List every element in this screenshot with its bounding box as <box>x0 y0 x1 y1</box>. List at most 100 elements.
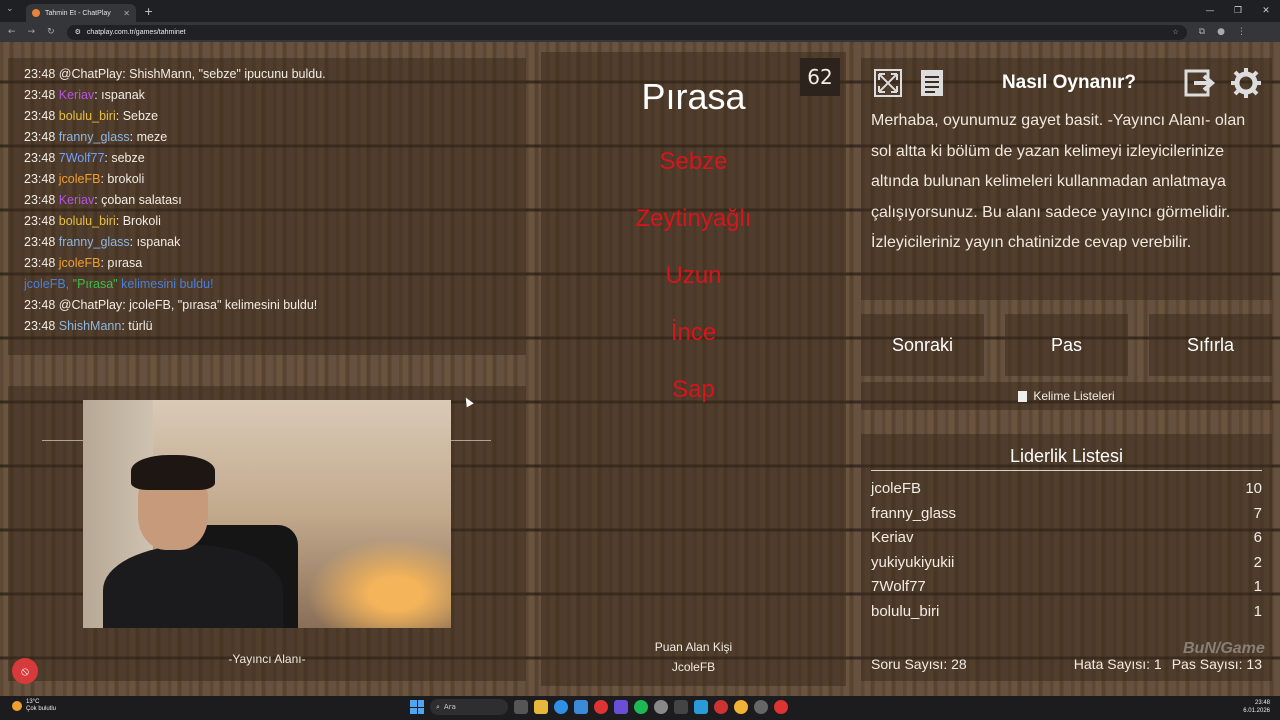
chrome-icon[interactable] <box>734 700 748 714</box>
url-text: chatplay.com.tr/games/tahminet <box>86 28 186 36</box>
chat-message: 23:48 jcoleFB: brokoli <box>24 169 526 190</box>
app-icon[interactable] <box>614 700 628 714</box>
chat-username[interactable]: @ChatPlay <box>59 298 122 312</box>
forward-icon[interactable]: → <box>28 27 36 37</box>
leaderboard-row: yukiyukiyukii 2 <box>871 554 1262 571</box>
chat-message: 23:48 ShishMann: türlü <box>24 316 526 337</box>
taboo-word: Sap <box>672 376 715 403</box>
chat-message: 23:48 jcoleFB: pırasa <box>24 253 526 274</box>
chat-text: : ShishMann, "sebze" ipucunu buldu. <box>122 67 326 81</box>
chat-username[interactable]: Keriav <box>59 193 94 207</box>
clock-time: 23:48 <box>1254 700 1270 706</box>
system-clock[interactable]: 23:48 6.01.2026 <box>1243 699 1270 715</box>
gear-icon[interactable] <box>1227 64 1265 102</box>
player-name: 7Wolf77 <box>871 578 926 595</box>
pass-button[interactable]: Pas <box>1005 314 1128 376</box>
taskbar-search[interactable]: ⌕ Ara <box>430 699 508 715</box>
minimize-icon[interactable]: — <box>1196 6 1224 16</box>
clock-date: 6.01.2026 <box>1243 708 1270 714</box>
weather-widget[interactable]: 13°C Çok bulutlu <box>12 699 56 713</box>
edge-icon[interactable] <box>554 700 568 714</box>
url-bar[interactable]: ⚙ chatplay.com.tr/games/tahminet ☆ <box>66 24 1187 40</box>
search-icon: ⌕ <box>436 702 440 711</box>
app-icon[interactable] <box>674 700 688 714</box>
app-icon[interactable] <box>774 700 788 714</box>
divider <box>871 470 1262 471</box>
chat-text: : sebze <box>104 151 145 165</box>
found-word: "Pırasa" <box>72 277 118 291</box>
maximize-icon[interactable]: ❐ <box>1224 6 1252 16</box>
question-count: Soru Sayısı: 28 <box>871 656 967 672</box>
pass-count: Pas Sayısı: 13 <box>1171 656 1262 672</box>
game-page: 23:48 @ChatPlay: ShishMann, "sebze" ipuc… <box>0 42 1280 696</box>
divider <box>451 440 491 441</box>
how-to-play-title: Nasıl Oynanır? <box>1001 72 1137 93</box>
chat-username[interactable]: ShishMann <box>59 319 122 333</box>
close-tab-icon[interactable]: ✕ <box>123 9 130 18</box>
tab-title: Tahmin Et - ChatPlay <box>45 9 111 17</box>
word-lists-button[interactable]: Kelime Listeleri <box>861 382 1272 410</box>
back-icon[interactable]: ← <box>8 27 16 37</box>
store-icon[interactable] <box>574 700 588 714</box>
windows-start-icon[interactable] <box>410 700 424 714</box>
tab-search-icon[interactable]: ⌄ <box>6 4 14 14</box>
chat-username[interactable]: franny_glass <box>59 130 130 144</box>
profile-icon[interactable]: ● <box>1217 27 1225 37</box>
extensions-icon[interactable]: ⧉ <box>1199 27 1205 37</box>
divider <box>42 440 84 441</box>
leaderboard-row: Keriav 6 <box>871 529 1262 546</box>
chat-username[interactable]: bolulu_biri <box>59 109 116 123</box>
scorer-name: JcoleFB <box>671 660 716 674</box>
chat-text: : ıspanak <box>94 88 145 102</box>
chat-message: 23:48 @ChatPlay: ShishMann, "sebze" ipuc… <box>24 64 526 85</box>
file-explorer-icon[interactable] <box>534 700 548 714</box>
leaderboard-title: Liderlik Listesi <box>1009 446 1124 466</box>
record-icon[interactable]: ⦸ <box>12 658 38 684</box>
system-message: jcoleFB, "Pırasa" kelimesini buldu! <box>24 274 526 295</box>
fullscreen-icon[interactable] <box>869 64 907 102</box>
browser-tab[interactable]: Tahmin Et - ChatPlay ✕ <box>26 4 136 22</box>
chat-username[interactable]: 7Wolf77 <box>59 151 105 165</box>
notebook-icon <box>1018 390 1028 402</box>
player-score: 2 <box>1253 553 1262 571</box>
target-word: Pırasa <box>641 76 746 117</box>
app-icon[interactable] <box>714 700 728 714</box>
reset-button[interactable]: Sıfırla <box>1149 314 1272 376</box>
site-info-icon[interactable]: ⚙ <box>75 28 81 36</box>
webcam-feed <box>83 400 451 628</box>
word-panel: 62 Pırasa Sebze Zeytinyağlı Uzun İnce Sa… <box>541 52 846 686</box>
new-tab-icon[interactable]: + <box>144 5 153 18</box>
spotify-icon[interactable] <box>634 700 648 714</box>
weather-desc: Çok bulutlu <box>26 706 57 712</box>
app-icon[interactable] <box>754 700 768 714</box>
next-button[interactable]: Sonraki <box>861 314 984 376</box>
error-count: Hata Sayısı: 1 <box>1073 656 1162 672</box>
chat-username[interactable]: jcoleFB <box>59 256 101 270</box>
app-icon[interactable] <box>654 700 668 714</box>
chat-username[interactable]: jcoleFB <box>59 172 101 186</box>
leaderboard-row: 7Wolf77 1 <box>871 578 1262 595</box>
taskbar-apps: ⌕ Ara <box>410 699 788 715</box>
chat-username[interactable]: franny_glass <box>59 235 130 249</box>
app-icon[interactable] <box>694 700 708 714</box>
chat-time: 23:48 <box>24 172 56 186</box>
task-view-icon[interactable] <box>514 700 528 714</box>
taboo-word: Zeytinyağlı <box>635 205 752 232</box>
player-name: jcoleFB <box>871 480 922 497</box>
chat-username[interactable]: @ChatPlay <box>59 67 122 81</box>
reload-icon[interactable]: ↻ <box>47 27 55 37</box>
document-icon[interactable] <box>913 64 951 102</box>
chat-message: 23:48 Keriav: çoban salatası <box>24 190 526 211</box>
close-window-icon[interactable]: ✕ <box>1252 6 1280 16</box>
menu-icon[interactable]: ⋮ <box>1237 27 1246 37</box>
chat-time: 23:48 <box>24 88 56 102</box>
chat-time: 23:48 <box>24 235 56 249</box>
bookmark-star-icon[interactable]: ☆ <box>1172 28 1178 36</box>
chat-username[interactable]: bolulu_biri <box>59 214 116 228</box>
exit-icon[interactable] <box>1181 64 1219 102</box>
chat-username[interactable]: Keriav <box>59 88 94 102</box>
chat-time: 23:48 <box>24 67 56 81</box>
chat-time: 23:48 <box>24 109 56 123</box>
taskbar: 13°C Çok bulutlu ⌕ Ara 23:48 6.01.2026 <box>0 696 1280 720</box>
app-icon[interactable] <box>594 700 608 714</box>
